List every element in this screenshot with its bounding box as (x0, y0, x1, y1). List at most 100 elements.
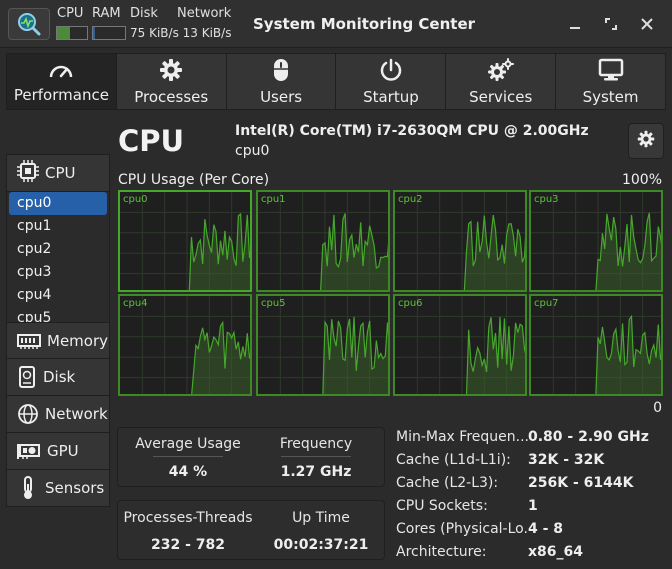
sidebar-item-label: Network (45, 405, 108, 423)
tab-processes[interactable]: Processes (117, 54, 227, 109)
cpu-core-list[interactable]: cpu0 cpu1 cpu2 cpu3 cpu4 cpu5 (6, 192, 110, 322)
uptime-value: 00:02:37:21 (273, 537, 369, 553)
per-core-usage-graphs: cpu0 cpu1 cpu2 cpu3 cpu4 cpu5 cpu6 cpu7 (118, 190, 663, 396)
cpu-usage-title: CPU Usage (Per Core) (118, 172, 270, 188)
core-graph[interactable]: cpu7 (529, 294, 663, 396)
cpu-usage-min-label: 0 (653, 400, 662, 416)
sidebar-item-label: CPU (45, 164, 76, 182)
info-row: Architecture: x86_64 (396, 541, 666, 564)
cpu-core-item[interactable]: cpu4 (7, 284, 109, 307)
core-graph-label: cpu6 (398, 298, 423, 309)
cpu-chip-icon (17, 160, 39, 186)
cpu-core-item[interactable]: cpu2 (7, 238, 109, 261)
mini-disk-label: Disk (130, 6, 158, 21)
tab-label: Performance (13, 85, 109, 104)
tab-system[interactable]: System (556, 54, 665, 109)
uptime-label: Up Time (292, 510, 350, 526)
title-bar: CPU RAM Disk Network 75 KiB/s 13 KiB/s S… (0, 0, 672, 48)
info-value: 4 - 8 (528, 521, 564, 537)
core-graph-plot (395, 296, 525, 394)
ram-icon (17, 332, 41, 350)
core-graph[interactable]: cpu6 (393, 294, 527, 396)
info-key: Cache (L2-L3): (396, 475, 499, 491)
close-button[interactable] (635, 12, 659, 36)
gear-icon (637, 130, 655, 152)
thermometer-icon (17, 476, 39, 500)
tab-users[interactable]: Users (227, 54, 337, 109)
core-graph-label: cpu3 (534, 194, 559, 205)
info-key: Cores (Physical-Lo... (396, 521, 528, 537)
processes-threads-value: 232 - 782 (150, 537, 225, 553)
core-graph-label: cpu2 (398, 194, 423, 205)
core-graph-plot (120, 296, 250, 394)
core-graph-plot (531, 296, 661, 394)
info-row: Min-Max Frequen... 0.80 - 2.90 GHz (396, 426, 666, 449)
divider (281, 456, 351, 457)
mini-cpu-bar (56, 26, 88, 40)
frequency-stat: Frequency 1.27 GHz (258, 436, 374, 480)
core-graph-label: cpu0 (123, 194, 148, 205)
sidebar-item-disk[interactable]: Disk (6, 359, 110, 396)
tab-performance[interactable]: Performance (7, 54, 117, 109)
sidebar-item-label: GPU (47, 442, 79, 460)
tab-startup[interactable]: Startup (336, 54, 447, 109)
core-graph-label: cpu1 (261, 194, 286, 205)
core-graph[interactable]: cpu5 (256, 294, 390, 396)
processes-threads-stat: Processes-Threads 232 - 782 (120, 510, 256, 553)
device-sidebar: CPU cpu0 cpu1 cpu2 cpu3 cpu4 cpu5 Memory… (6, 154, 110, 507)
settings-button[interactable] (628, 123, 664, 159)
tab-label: Services (469, 87, 533, 106)
info-value: x86_64 (528, 544, 583, 560)
frequency-value: 1.27 GHz (280, 464, 352, 480)
sidebar-item-network[interactable]: Network (6, 396, 110, 433)
mini-ram-bar (92, 26, 126, 40)
cpu-core-item[interactable]: cpu5 (7, 307, 109, 322)
sidebar-item-cpu[interactable]: CPU (6, 154, 110, 192)
page-title: CPU (118, 124, 185, 158)
monitor-icon (598, 58, 624, 82)
usage-summary-box: Average Usage 44 % Frequency 1.27 GHz (117, 427, 385, 487)
mini-net-speeds: 75 KiB/s 13 KiB/s (130, 26, 232, 40)
average-usage-label: Average Usage (135, 436, 241, 452)
sidebar-item-memory[interactable]: Memory (6, 322, 110, 359)
speedometer-icon (48, 60, 74, 80)
info-value: 1 (528, 498, 538, 514)
sidebar-item-label: Disk (43, 368, 76, 386)
cpu-core-item[interactable]: cpu1 (7, 215, 109, 238)
core-graph-label: cpu7 (534, 298, 559, 309)
sidebar-item-label: Memory (47, 331, 109, 350)
core-graph[interactable]: cpu4 (118, 294, 252, 396)
maximize-icon (605, 15, 617, 34)
tab-services[interactable]: Services (446, 54, 557, 109)
process-summary-box: Processes-Threads 232 - 782 Up Time 00:0… (117, 500, 385, 560)
info-value: 0.80 - 2.90 GHz (528, 429, 649, 445)
cpu-core-item[interactable]: cpu0 (9, 192, 107, 215)
info-value: 256K - 6144K (528, 475, 634, 491)
mouse-icon (272, 58, 290, 82)
sidebar-item-sensors[interactable]: Sensors (6, 470, 110, 507)
main-tabs: Performance Processes Users Startup Serv… (6, 53, 666, 110)
core-graph[interactable]: cpu1 (256, 190, 390, 292)
network-icon (17, 403, 39, 425)
info-row: Cache (L1d-L1i): 32K - 32K (396, 449, 666, 472)
sidebar-item-gpu[interactable]: GPU (6, 433, 110, 470)
minimize-button[interactable] (563, 12, 587, 36)
core-graph-plot (120, 192, 250, 290)
cpu-info-table: Min-Max Frequen... 0.80 - 2.90 GHz Cache … (396, 426, 666, 564)
close-icon (641, 15, 653, 34)
core-graph[interactable]: cpu0 (118, 190, 252, 292)
core-graph-plot (258, 192, 388, 290)
app-menu-button[interactable] (8, 8, 50, 40)
core-graph[interactable]: cpu2 (393, 190, 527, 292)
tab-label: Startup (363, 87, 419, 106)
maximize-button[interactable] (599, 12, 623, 36)
usage-area (191, 322, 250, 394)
average-usage-value: 44 % (168, 464, 208, 480)
info-key: Cache (L1d-L1i): (396, 452, 511, 468)
cpu-core-item[interactable]: cpu3 (7, 261, 109, 284)
core-graph[interactable]: cpu3 (529, 190, 663, 292)
gear-icon (159, 58, 183, 82)
window-title: System Monitoring Center (253, 15, 476, 33)
disk-icon (17, 366, 37, 388)
mini-network-label: Network (177, 6, 232, 21)
